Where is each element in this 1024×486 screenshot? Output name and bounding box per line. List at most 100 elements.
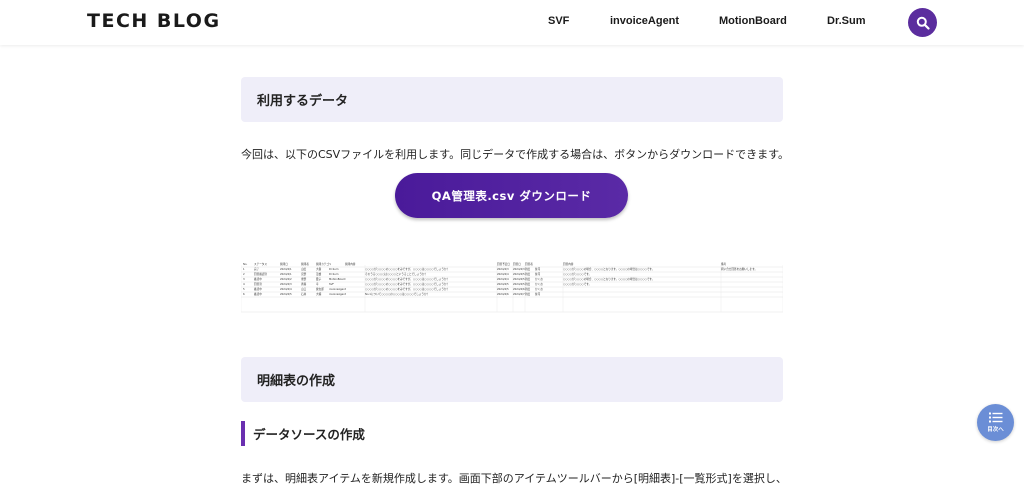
- sheet-cell: ○○○○が○○○○です。: [563, 282, 591, 286]
- sheet-cell: 新田: [525, 267, 531, 271]
- sheet-cell: 石井: [301, 292, 307, 296]
- sheet-cell: ○○○○が○○○○の場合、○○○○となります。○○○○の場合は○○○○です。: [563, 277, 654, 281]
- sheet-cell: 2024/4/5: [497, 282, 509, 286]
- sheet-cell: ○○○○が○○○○の○○○○をみですが、○○○○は○○○○でしょうか？: [365, 287, 449, 291]
- sheet-header-cell: 回答予定日: [497, 262, 510, 266]
- sheet-cell: No.1について○○○○の○○○○は○○○○でしょうか？: [365, 292, 429, 296]
- sheet-cell: 2024/4/1: [280, 267, 292, 271]
- sheet-cell: 2024/4/5: [513, 282, 525, 286]
- sheet-cell: 新田: [525, 292, 531, 296]
- sheet-cell: 新田: [525, 282, 531, 286]
- sheet-cell: Dr.Sum: [329, 267, 339, 271]
- sheet-cell: ○○○○が○○○○です。: [563, 272, 591, 276]
- sheet-cell: 6: [243, 292, 245, 296]
- subheading-datasource-label: データソースの作成: [253, 427, 365, 442]
- sheet-header-cell: 質問者: [301, 262, 309, 266]
- sheet-header-cell: ステータス: [254, 262, 267, 266]
- sheet-cell: invoiceAgent: [329, 292, 346, 296]
- sheet-cell: 2024/4/6: [513, 287, 525, 291]
- sheet-cell: 2024/4/2: [280, 277, 292, 281]
- sheet-cell: かくお: [535, 277, 543, 281]
- sheet-cell: ○○○○が○○○○の場合、○○○○となります。○○○○の場合は○○○○です。: [563, 267, 654, 271]
- sheet-cell: 2024/4/1: [280, 272, 292, 276]
- section-heading-detail: 明細表の作成: [241, 357, 783, 402]
- sheet-cell: 2024/4/3: [280, 282, 292, 286]
- section-heading-data: 利用するデータ: [241, 77, 783, 122]
- sheet-cell: 愛子: [316, 277, 322, 281]
- sheet-cell: ○○○○が○○○○の○○○○をみですが、○○○○は○○○○でしょうか？: [365, 267, 449, 271]
- sheet-cell: 完了: [254, 267, 260, 271]
- sheet-cell: 新田: [525, 272, 531, 276]
- sheet-cell: かくお: [535, 287, 543, 291]
- sheet-cell: 確認中: [254, 277, 262, 281]
- sheet-cell: 2024/4/5: [280, 292, 292, 296]
- sheet-cell: 確認中: [254, 292, 262, 296]
- list-icon: [988, 412, 1002, 423]
- sheet-cell: 茂雄: [316, 272, 322, 276]
- download-csv-button[interactable]: QA管理表.csv ダウンロード: [395, 173, 628, 218]
- sheet-header-cell: 質問カテゴリ: [316, 262, 332, 266]
- sheet-cell: SVF: [329, 282, 334, 286]
- sheet-cell: 重野: [301, 277, 307, 281]
- sheet-cell: ○○○○が○○○○の○○○○をみですが、○○○○は○○○○でしょうか？: [365, 277, 449, 281]
- sheet-cell: 問い合せ回答をお願いします。: [721, 267, 757, 271]
- sheet-cell: 5: [243, 287, 245, 291]
- sheet-header-cell: 回答内容: [563, 262, 574, 266]
- nav-motionboard[interactable]: MotionBoard: [719, 15, 787, 27]
- sheet-cell: 大樹: [316, 267, 322, 271]
- sheet-cell: 2024/4/4: [497, 272, 509, 276]
- sheet-cell: 佐司: [535, 272, 541, 276]
- sheet-cell: 2024/4/4: [497, 277, 509, 281]
- sheet-cell: 2024/4/5: [513, 277, 525, 281]
- sheet-cell: 斉藤: [301, 282, 307, 286]
- search-icon: [916, 16, 930, 30]
- site-logo[interactable]: TECH BLOG: [87, 10, 221, 32]
- subheading-datasource: データソースの作成: [241, 421, 365, 446]
- sheet-cell: そのうる○○○○は○○○○というることでしょうか？: [365, 272, 427, 276]
- sheet-cell: 健太郎: [316, 287, 324, 291]
- sheet-cell: 2024/4/7: [513, 292, 525, 296]
- sheet-cell: Dr.Sum: [329, 272, 339, 276]
- sheet-cell: 2024/4/3: [513, 267, 525, 271]
- sheet-cell: 回答済: [254, 282, 262, 286]
- nav-invoiceagent[interactable]: invoiceAgent: [610, 15, 679, 27]
- sheet-cell: 山口: [301, 287, 307, 291]
- sheet-cell: 2024/4/5: [497, 287, 509, 291]
- sheet-cell: 確認中: [254, 287, 262, 291]
- toc-button[interactable]: 目次へ: [977, 404, 1014, 441]
- search-button[interactable]: [908, 8, 937, 37]
- sheet-cell: 佐司: [535, 267, 541, 271]
- sheet-cell: 新田: [525, 287, 531, 291]
- sheet-cell: 2024/4/6: [497, 292, 509, 296]
- download-csv-label: QA管理表.csv ダウンロード: [431, 188, 592, 203]
- sheet-cell: 佐司: [535, 292, 541, 296]
- sheet-cell: 2024/4/4: [280, 287, 292, 291]
- sheet-cell: invoiceAgent: [329, 287, 346, 291]
- section-heading-data-label: 利用するデータ: [257, 94, 349, 109]
- sheet-cell: 1: [243, 267, 245, 271]
- intro-text: 今回は、以下のCSVファイルを利用します。同じデータで作成する場合は、ボタンから…: [241, 148, 789, 161]
- section-heading-detail-label: 明細表の作成: [257, 374, 336, 389]
- sheet-header-cell: 質問日: [280, 262, 288, 266]
- sheet-cell: 大輔: [316, 292, 322, 296]
- sheet-cell: 2: [243, 272, 245, 276]
- sheet-cell: 回答確認済: [254, 272, 267, 276]
- sheet-cell: 山田: [301, 267, 307, 271]
- sheet-header-cell: 備考: [721, 262, 727, 266]
- nav-svf[interactable]: SVF: [548, 15, 569, 27]
- sheet-cell: 宮野: [301, 272, 307, 276]
- sheet-header-cell: 回答日: [513, 262, 521, 266]
- sheet-cell: ○○○○が○○○○の○○○○をみですが、○○○○は○○○○でしょうか？: [365, 282, 449, 286]
- sheet-header-cell: No.: [243, 262, 247, 266]
- toc-label: 目次へ: [987, 427, 1004, 433]
- sheet-cell: かくお: [535, 282, 543, 286]
- sheet-header-cell: 回答者: [525, 262, 533, 266]
- csv-preview-image: No. ステータス 質問日 質問者 質問カテゴリ 質問内容 回答予定日 回答日 回答者 回答内容 備…: [241, 262, 783, 313]
- sheet-cell: 幸: [316, 282, 319, 286]
- sheet-cell: 4: [243, 282, 245, 286]
- sheet-cell: MotionBoard: [329, 277, 346, 281]
- sheet-cell: 3: [243, 277, 245, 281]
- sheet-cell: 2024/4/3: [497, 267, 509, 271]
- sheet-cell: 2024/4/5: [513, 272, 525, 276]
- nav-drsum[interactable]: Dr.Sum: [827, 15, 866, 27]
